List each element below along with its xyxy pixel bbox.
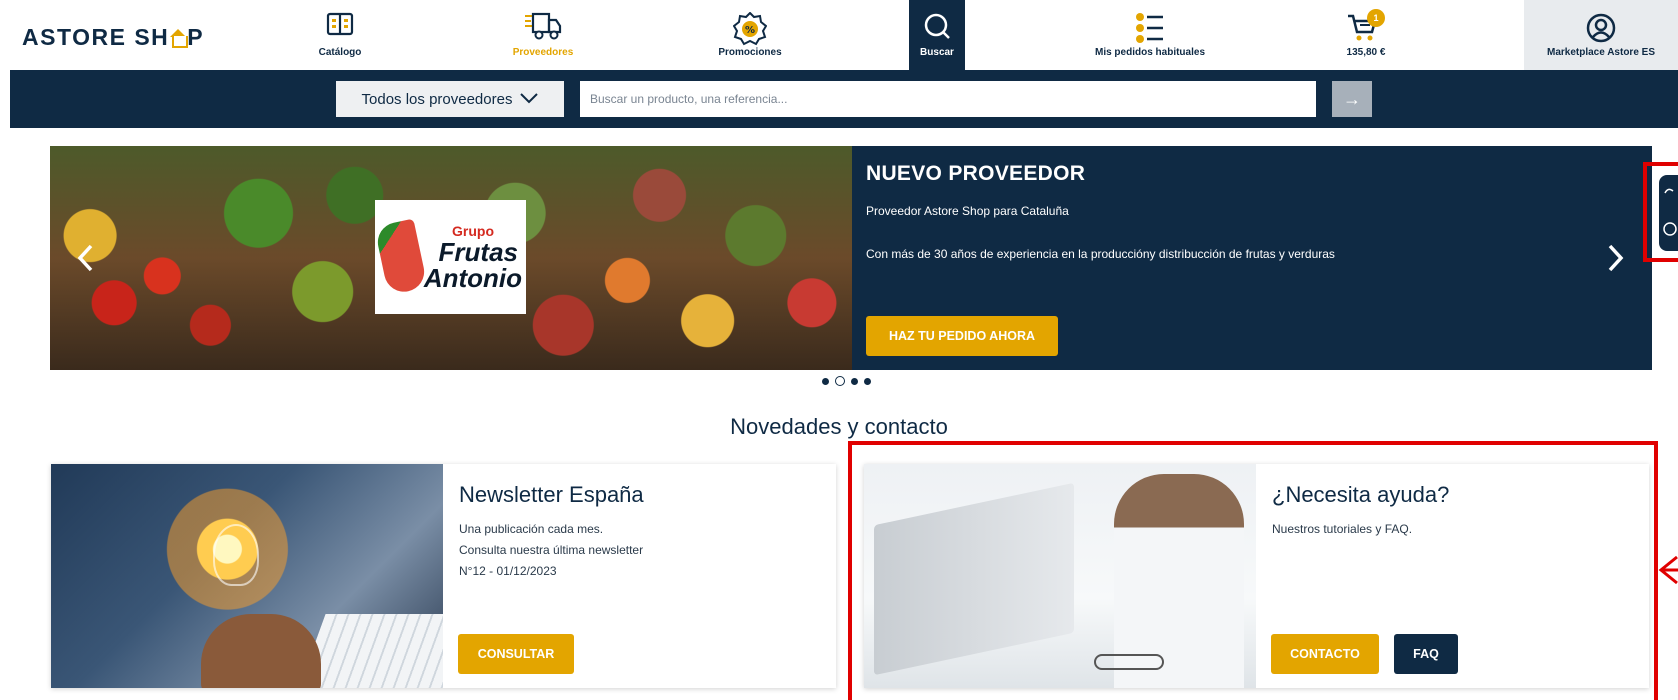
nav-proveedores[interactable]: Proveedores	[493, 0, 593, 70]
newsletter-line2: Consulta nuestra última newsletter	[459, 543, 644, 557]
watermelon-icon	[374, 218, 428, 296]
search-bar: Todos los proveedores →	[10, 70, 1678, 128]
carousel-dot-1[interactable]	[822, 377, 829, 385]
carousel-dot-2[interactable]	[835, 376, 845, 386]
newsletter-issue: N°12 - 01/12/2023	[459, 564, 557, 578]
supplier-logo: Grupo Frutas Antonio	[374, 200, 526, 314]
search-submit-button[interactable]: →	[1332, 81, 1372, 117]
nav-buscar-label: Buscar	[920, 47, 954, 58]
nav-marketplace-account[interactable]: Marketplace Astore ES	[1524, 0, 1678, 70]
nav-catalogo-label: Catálogo	[318, 47, 362, 58]
lightbulb-icon	[213, 524, 259, 586]
logo-house-icon	[170, 28, 189, 48]
section-title: Novedades y contacto	[730, 414, 948, 439]
nav-catalogo[interactable]: Catálogo	[300, 0, 380, 70]
nav-marketplace-label: Marketplace Astore ES	[1546, 47, 1655, 58]
chevron-right-icon	[1608, 244, 1624, 272]
hero-banner: Grupo Frutas Antonio NUEVO PROVEEDOR Pro…	[50, 146, 1652, 370]
help-highlight-box	[848, 441, 1658, 700]
consultar-button[interactable]: CONSULTAR	[458, 634, 574, 674]
side-widget-highlight-box	[1643, 162, 1678, 262]
carousel-prev-button[interactable]	[70, 238, 100, 278]
cart-total: 135,80 €	[1346, 47, 1386, 58]
cart-icon: 1	[1346, 9, 1386, 44]
list-icon	[1135, 12, 1165, 47]
lightbulb-image	[51, 464, 443, 688]
search-input[interactable]	[580, 81, 1316, 117]
carousel-dots	[822, 376, 871, 386]
nav-pedidos-habituales[interactable]: Mis pedidos habituales	[1080, 0, 1220, 70]
carousel-next-button[interactable]	[1601, 238, 1631, 278]
logo[interactable]: ASTORE SH P	[22, 24, 204, 51]
user-icon	[1585, 12, 1617, 47]
nav-buscar[interactable]: Buscar	[909, 0, 965, 70]
hero-subtitle: Proveedor Astore Shop para Cataluña	[866, 204, 1069, 218]
carousel-dot-3[interactable]	[851, 377, 858, 385]
chevron-left-icon	[77, 244, 93, 272]
hero-title: NUEVO PROVEEDOR	[866, 162, 1086, 185]
delivery-truck-icon	[523, 12, 563, 45]
catalog-book-icon	[326, 12, 354, 39]
cart-count-badge: 1	[1367, 9, 1385, 27]
top-header: ASTORE SH P Catálogo Proveedores % Promoc…	[0, 0, 1678, 70]
highlight-arrow-icon	[1658, 555, 1678, 585]
hero-description: Con más de 30 años de experiencia en la …	[866, 247, 1335, 261]
percent-badge-icon: %	[732, 11, 768, 49]
supplier-logo-line2: Frutas	[438, 237, 518, 267]
svg-text:%: %	[745, 25, 755, 36]
provider-select[interactable]: Todos los proveedores	[336, 81, 564, 117]
logo-text-end: P	[187, 24, 205, 50]
supplier-logo-line3: Antonio	[423, 263, 522, 293]
logo-text-start: ASTORE SH	[22, 24, 170, 50]
nav-pedidos-label: Mis pedidos habituales	[1094, 47, 1206, 58]
newsletter-card: Newsletter España Una publicación cada m…	[51, 464, 836, 688]
nav-proveedores-label: Proveedores	[512, 47, 574, 58]
carousel-dot-4[interactable]	[864, 377, 871, 385]
order-now-button[interactable]: HAZ TU PEDIDO AHORA	[866, 316, 1058, 356]
search-icon	[923, 12, 951, 43]
chevron-down-icon	[520, 91, 539, 108]
nav-cart[interactable]: 1 135,80 €	[1326, 0, 1406, 70]
nav-promociones[interactable]: % Promociones	[700, 0, 800, 70]
provider-select-value: Todos los proveedores	[361, 90, 513, 108]
hand-shape	[201, 614, 321, 688]
newsletter-title: Newsletter España	[459, 482, 644, 507]
hero-produce-image: Grupo Frutas Antonio	[50, 146, 852, 370]
arrow-right-icon: →	[1343, 88, 1361, 109]
newsletter-line1: Una publicación cada mes.	[459, 522, 604, 536]
